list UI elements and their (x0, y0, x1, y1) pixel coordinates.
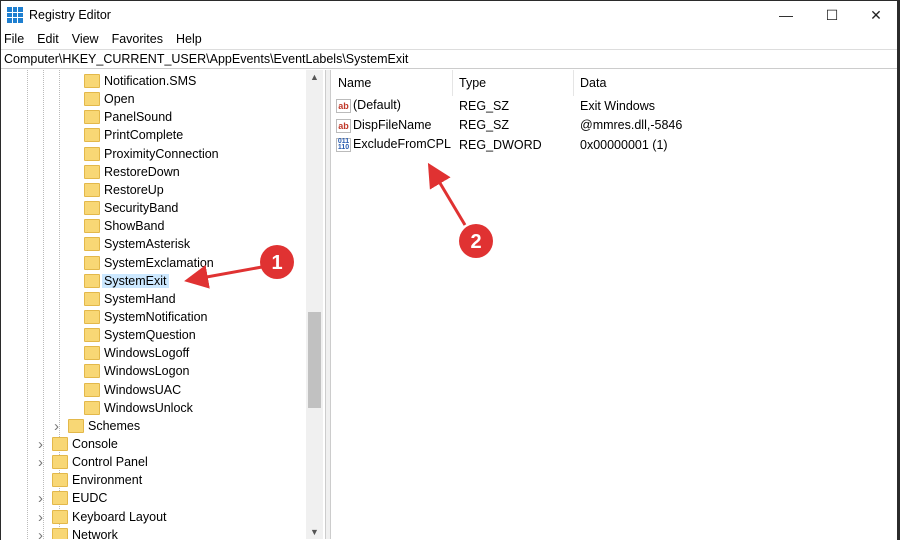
annotation-arrow-2 (427, 162, 467, 226)
annotation-label-1: 1 (271, 252, 282, 274)
annotation-arrow-1 (184, 264, 263, 289)
annotation-label-2: 2 (470, 231, 481, 253)
annotation-layer: 1 2 (184, 162, 493, 289)
